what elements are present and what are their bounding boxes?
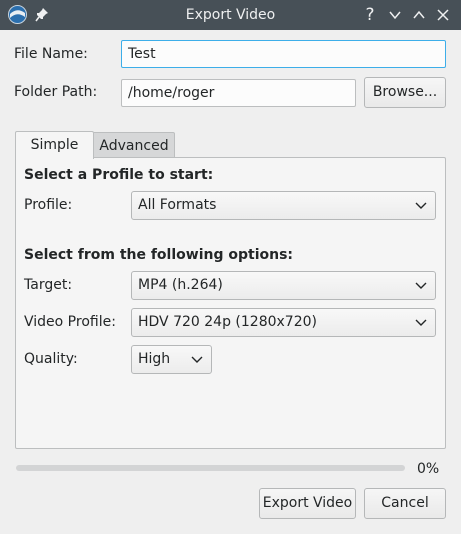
- close-icon: [437, 9, 449, 21]
- chevron-down-icon: [191, 356, 203, 363]
- target-select-value: MP4 (h.264): [138, 277, 223, 293]
- title-bar: Export Video ?: [0, 0, 461, 30]
- chevron-down-icon: [415, 319, 427, 326]
- options-heading: Select from the following options:: [24, 247, 294, 263]
- chevron-down-icon: [389, 11, 401, 20]
- folder-path-label: Folder Path:: [14, 84, 98, 100]
- browse-button[interactable]: Browse...: [364, 77, 446, 108]
- video-profile-select[interactable]: HDV 720 24p (1280x720): [131, 308, 436, 337]
- chevron-down-icon: [415, 282, 427, 289]
- folder-path-input[interactable]: /home/roger: [121, 79, 356, 107]
- profile-heading: Select a Profile to start:: [24, 167, 214, 183]
- close-button[interactable]: [432, 4, 454, 26]
- export-progress-bar: [16, 465, 405, 471]
- profile-select-value: All Formats: [138, 197, 217, 213]
- tab-advanced[interactable]: Advanced: [94, 132, 175, 158]
- help-button[interactable]: ?: [359, 4, 381, 26]
- quality-label: Quality:: [24, 351, 78, 367]
- minimize-button[interactable]: [384, 4, 406, 26]
- file-name-input[interactable]: Test: [121, 40, 446, 68]
- video-profile-label: Video Profile:: [24, 314, 116, 330]
- file-name-label: File Name:: [14, 46, 88, 62]
- profile-select[interactable]: All Formats: [131, 191, 436, 220]
- profile-label: Profile:: [24, 197, 73, 213]
- maximize-button[interactable]: [408, 4, 430, 26]
- quality-select[interactable]: High: [131, 345, 212, 374]
- target-select[interactable]: MP4 (h.264): [131, 271, 436, 300]
- tab-simple[interactable]: Simple: [15, 131, 94, 159]
- cancel-button[interactable]: Cancel: [364, 488, 446, 519]
- chevron-up-icon: [413, 10, 425, 19]
- progress-percent: 0%: [417, 461, 440, 477]
- export-video-button[interactable]: Export Video: [259, 488, 356, 519]
- chevron-down-icon: [415, 202, 427, 209]
- video-profile-select-value: HDV 720 24p (1280x720): [138, 314, 317, 330]
- target-label: Target:: [24, 277, 73, 293]
- quality-select-value: High: [138, 351, 171, 367]
